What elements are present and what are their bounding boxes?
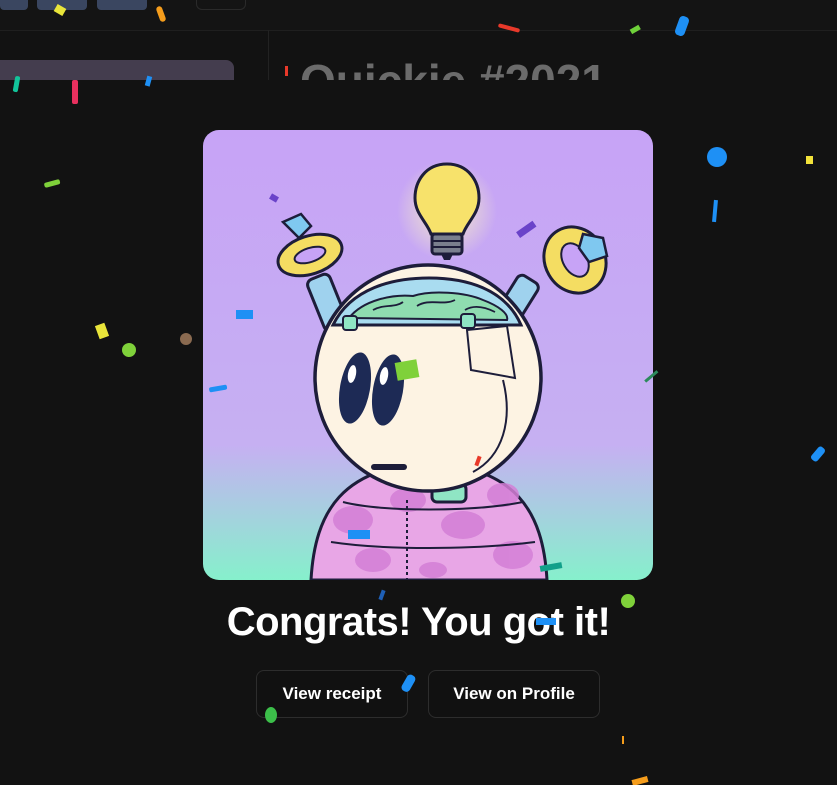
congrats-headline: Congrats! You got it! xyxy=(226,600,611,644)
view-receipt-button[interactable]: View receipt xyxy=(256,670,408,718)
background-thumbnail xyxy=(97,0,147,10)
view-on-profile-button[interactable]: View on Profile xyxy=(428,670,600,718)
background-button xyxy=(196,0,246,10)
nft-artwork xyxy=(203,130,653,580)
background-thumbnail xyxy=(0,0,28,10)
lightbulb-icon xyxy=(397,160,497,260)
background-page-title: Quickie #2021 xyxy=(300,54,607,80)
background-thumbnail xyxy=(37,0,87,10)
background-top-bar xyxy=(0,0,837,31)
